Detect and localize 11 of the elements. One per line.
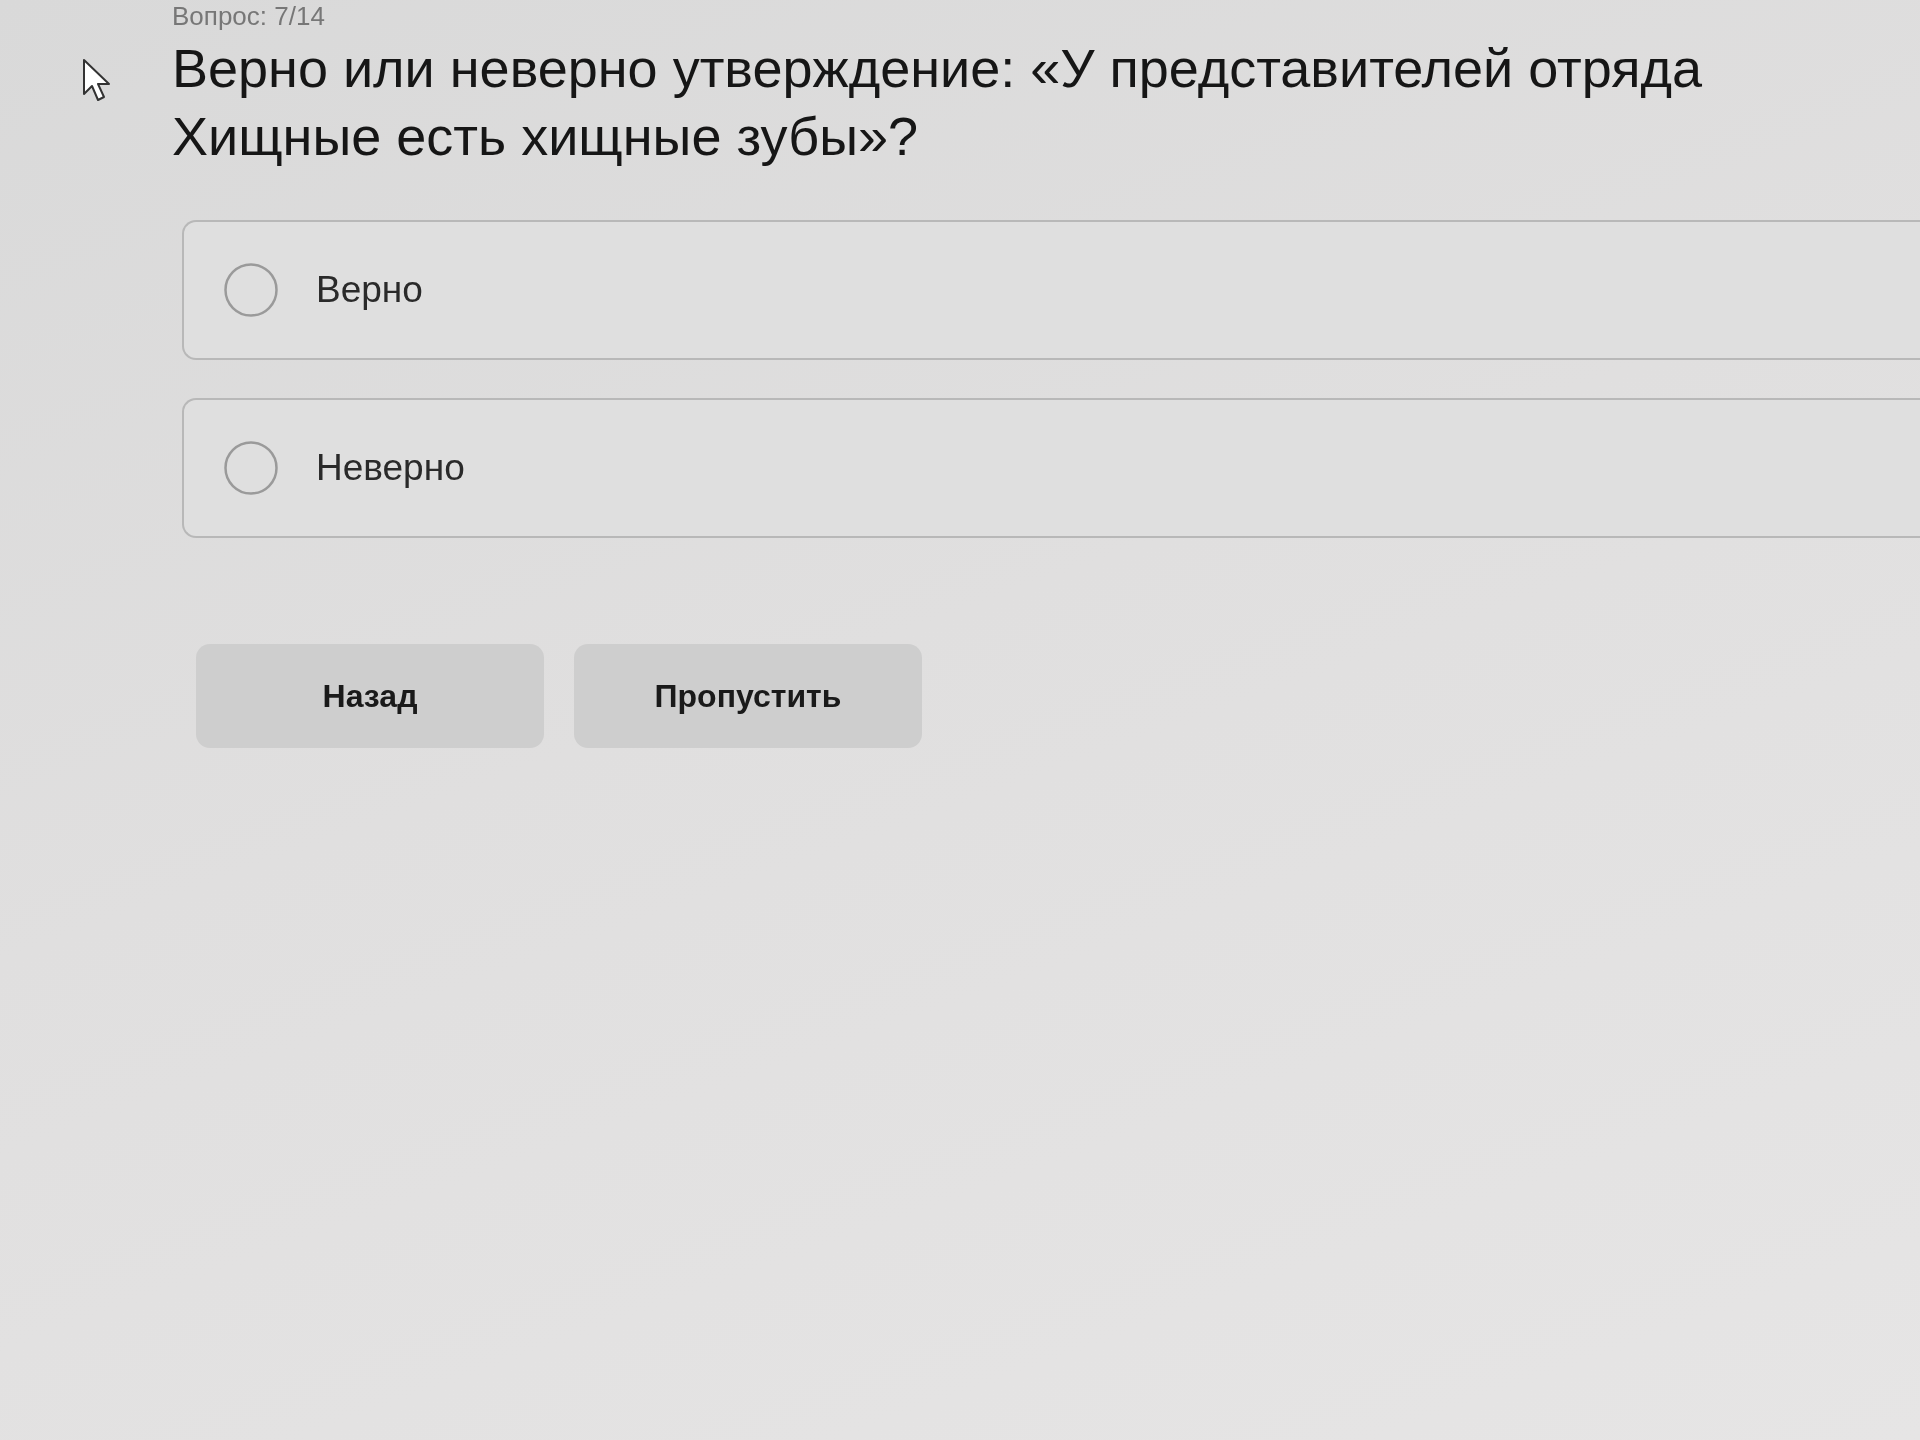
answer-option[interactable]: Неверно xyxy=(182,398,1920,538)
nav-button[interactable]: Пропустить xyxy=(574,644,922,748)
option-label: Неверно xyxy=(316,447,465,489)
question-text: Верно или неверно утверждение: «У представителей отряда Хищные есть хищные зубы»? xyxy=(172,37,1704,168)
mouse-pointer-icon xyxy=(82,58,112,102)
option-label: Верно xyxy=(316,269,423,311)
answer-option[interactable]: Верно xyxy=(182,220,1920,360)
nav-button[interactable]: Назад xyxy=(196,644,544,748)
radio-button-icon[interactable] xyxy=(224,441,278,495)
radio-button-icon[interactable] xyxy=(224,263,278,317)
question-counter: Вопрос: 7/14 xyxy=(172,0,325,31)
